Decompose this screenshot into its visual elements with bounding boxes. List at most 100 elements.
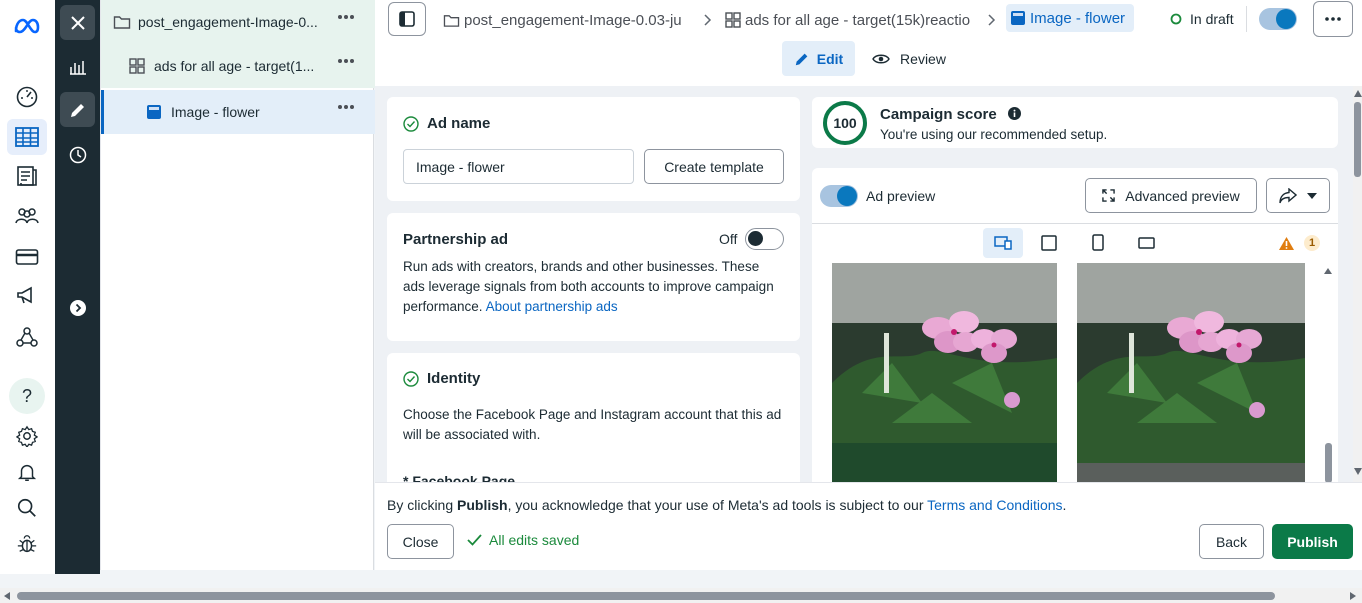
close-editor-button[interactable]: [60, 5, 95, 40]
toggle-knob: [1276, 9, 1296, 29]
scrollbar-thumb[interactable]: [17, 592, 1275, 600]
about-partnership-link[interactable]: About partnership ads: [486, 299, 618, 314]
notifications-icon[interactable]: [7, 454, 47, 490]
search-icon[interactable]: [7, 490, 47, 526]
partnership-ad-card: Partnership ad Off Run ads with creators…: [387, 213, 800, 341]
scroll-up-icon: [1324, 268, 1332, 274]
close-button[interactable]: Close: [387, 524, 454, 559]
terms-link[interactable]: Terms and Conditions: [927, 497, 1062, 513]
tab-review-label: Review: [900, 50, 946, 67]
publish-footer: By clicking Publish, you acknowledge tha…: [375, 482, 1362, 570]
save-status: All edits saved: [467, 532, 579, 548]
publish-button[interactable]: Publish: [1272, 524, 1353, 559]
chevron-right-icon: [69, 299, 86, 316]
performance-icon[interactable]: [60, 49, 95, 84]
draft-toggle[interactable]: [1259, 8, 1297, 30]
ad-preview-label: Ad preview: [866, 188, 936, 204]
tree-item-ad[interactable]: Image - flower: [101, 90, 375, 134]
devices-icon: [994, 236, 1012, 250]
bug-icon[interactable]: [7, 526, 47, 562]
ad-name-input[interactable]: Image - flower: [403, 149, 634, 184]
ad-name-card: Ad name Image - flower Create template: [387, 97, 800, 201]
editor-content: Ad name Image - flower Create template P…: [375, 86, 1353, 482]
editor-top-bar: post_engagement-Image-0.03-ju ads for al…: [375, 0, 1362, 86]
identity-title: Identity: [427, 370, 481, 387]
billing-icon[interactable]: [7, 239, 47, 275]
draft-status-icon: [1170, 13, 1182, 25]
toggle-knob: [837, 186, 857, 206]
tab-edit-label: Edit: [816, 50, 844, 67]
preview-canvas: [812, 263, 1338, 482]
preview-image-story: [1077, 263, 1305, 482]
back-button[interactable]: Back: [1199, 524, 1264, 559]
folder-icon: [113, 16, 131, 29]
help-icon[interactable]: ?: [9, 378, 45, 414]
publish-notice: By clicking Publish, you acknowledge tha…: [387, 497, 1066, 513]
partnership-toggle-label: Off: [719, 231, 738, 247]
breadcrumb-adset[interactable]: ads for all age - target(15k)reactio: [725, 8, 980, 32]
breadcrumb-campaign[interactable]: post_engagement-Image-0.03-ju: [443, 8, 693, 32]
more-options-icon: [338, 15, 354, 19]
identity-card: Identity Choose the Facebook Page and In…: [387, 353, 800, 482]
identity-description: Choose the Facebook Page and Instagram a…: [403, 407, 782, 442]
campaign-score-card: 100 Campaign score You're using our reco…: [812, 97, 1338, 148]
partnership-toggle[interactable]: [745, 228, 784, 250]
toggle-sidebar-button[interactable]: [388, 2, 426, 36]
advanced-preview-label: Advanced preview: [1125, 187, 1240, 204]
more-actions-button[interactable]: [1313, 1, 1353, 37]
campaign-tree: post_engagement-Image-0... ads for all a…: [100, 0, 375, 570]
events-icon[interactable]: [7, 319, 47, 355]
ad-name-title: Ad name: [427, 115, 491, 132]
global-nav-rail: ?: [0, 0, 55, 574]
placement-all-button[interactable]: [983, 228, 1023, 258]
more-options-icon: [338, 105, 354, 109]
history-clock-icon[interactable]: [60, 137, 95, 172]
page-vertical-scrollbar[interactable]: [1353, 86, 1362, 482]
scrollbar-thumb[interactable]: [1354, 102, 1361, 177]
tab-review[interactable]: Review: [869, 41, 949, 76]
expand-panel-button[interactable]: [60, 290, 95, 325]
tree-item-adset[interactable]: ads for all age - target(1...: [101, 44, 375, 88]
ad-square-icon: [1011, 11, 1025, 25]
preview-image-feed: [832, 263, 1057, 482]
tab-edit[interactable]: Edit: [782, 41, 855, 76]
horizontal-format-icon: [1138, 237, 1155, 249]
settings-icon[interactable]: [7, 418, 47, 454]
placement-horizontal-button[interactable]: [1138, 237, 1155, 249]
warnings-indicator[interactable]: 1: [1278, 235, 1320, 251]
publish-label: Publish: [1287, 533, 1338, 550]
checkmark-icon: [467, 534, 482, 546]
advanced-preview-button[interactable]: Advanced preview: [1085, 178, 1257, 213]
tree-item-campaign[interactable]: post_engagement-Image-0...: [101, 0, 375, 44]
placement-vertical-button[interactable]: [1092, 234, 1104, 251]
breadcrumb-label: ads for all age - target(15k)reactio: [745, 11, 971, 29]
more-options-icon: [1325, 17, 1341, 21]
sidebar-panel-icon: [399, 11, 415, 27]
pages-icon[interactable]: [7, 158, 47, 194]
scroll-right-icon: [1350, 592, 1356, 600]
adset-grid-icon: [725, 12, 741, 28]
facebook-page-label: * Facebook Page: [403, 473, 516, 482]
warning-icon: [1279, 236, 1294, 250]
campaign-score-title: Campaign score: [880, 106, 997, 123]
adset-grid-icon: [129, 58, 145, 74]
edit-pencil-icon[interactable]: [60, 92, 95, 127]
share-icon: [1279, 187, 1297, 203]
meta-logo-icon[interactable]: [7, 8, 47, 44]
score-gauge: 100: [822, 100, 868, 146]
create-template-button[interactable]: Create template: [644, 149, 784, 184]
campaign-icon[interactable]: [7, 278, 47, 314]
placement-square-button[interactable]: [1041, 235, 1057, 251]
dashboard-icon[interactable]: [7, 79, 47, 115]
tree-item-label: ads for all age - target(1...: [154, 58, 315, 74]
ads-manager-table-icon[interactable]: [7, 119, 47, 155]
editor-mode-strip: [55, 0, 100, 574]
page-horizontal-scrollbar[interactable]: [0, 588, 1362, 603]
breadcrumb-ad[interactable]: Image - flower: [1006, 4, 1134, 32]
partnership-description: Run ads with creators, brands and other …: [403, 257, 783, 317]
close-icon: [70, 15, 85, 30]
share-preview-button[interactable]: [1266, 178, 1330, 213]
ad-preview-toggle[interactable]: [820, 185, 858, 207]
audiences-icon[interactable]: [7, 198, 47, 234]
preview-scrollbar-thumb[interactable]: [1325, 443, 1332, 482]
